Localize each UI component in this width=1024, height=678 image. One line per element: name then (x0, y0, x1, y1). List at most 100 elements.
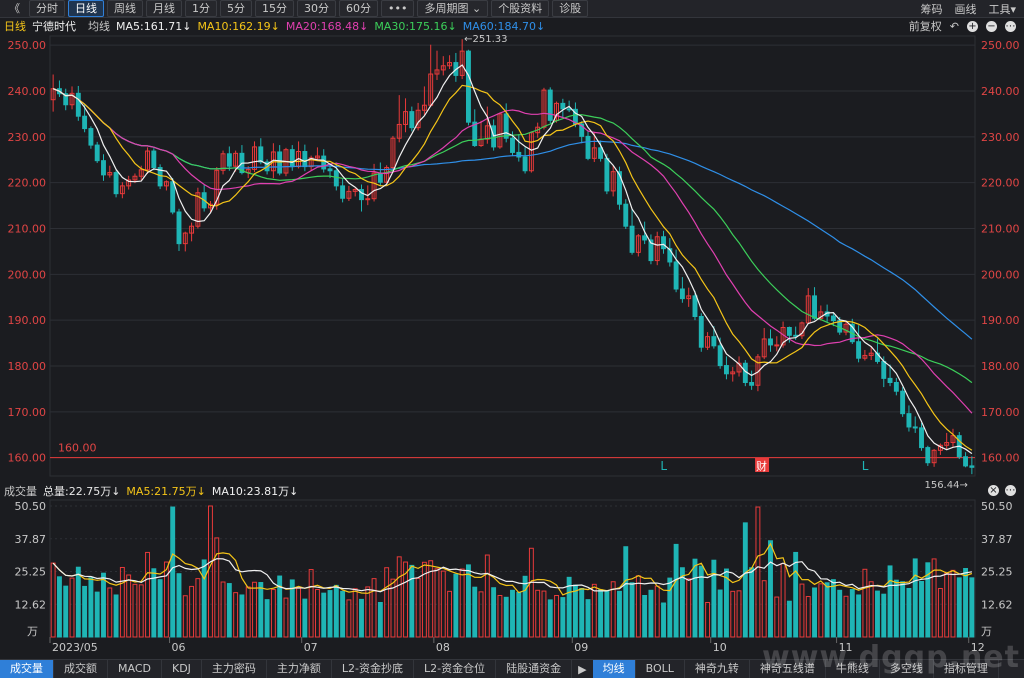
candle-body (843, 323, 849, 333)
indicator-tab-12[interactable]: 神奇九转 (685, 660, 750, 678)
candle-body (359, 189, 364, 201)
volume-bar (969, 577, 975, 638)
settings-icon[interactable]: ⋯ (1005, 485, 1016, 496)
candle-body (491, 125, 497, 148)
volume-ma5: MA5:21.75万↓ (126, 485, 206, 498)
zoom-out-icon[interactable]: − (986, 20, 997, 32)
volume-bar (667, 577, 673, 638)
volume-ma10: MA10:23.81万↓ (211, 485, 299, 498)
volume-bar (101, 572, 106, 638)
toolbar-button-3[interactable]: 月线 (146, 0, 182, 17)
candle-body (327, 168, 333, 172)
volume-bar (893, 579, 899, 638)
volume-bar (856, 594, 862, 638)
candle-body (189, 225, 195, 234)
candle-body (629, 225, 635, 253)
toolbar-button-9[interactable]: ••• (381, 0, 415, 17)
candle-body (887, 377, 893, 383)
zoom-in-icon[interactable]: + (967, 20, 978, 32)
volume-bar (956, 577, 962, 638)
toolbar-button-0[interactable]: 分时 (29, 0, 65, 17)
price-tick-right: 230.00 (981, 131, 1020, 144)
volume-bar (799, 583, 805, 638)
candle-body (849, 323, 855, 343)
volume-bar (629, 582, 635, 638)
indicator-tab-6[interactable]: L2-资金抄底 (332, 660, 415, 678)
candle-body (478, 138, 484, 147)
indicator-tab-1[interactable]: 成交额 (54, 660, 108, 678)
volume-bar (421, 561, 427, 638)
toolbar-button-4[interactable]: 1分 (185, 0, 217, 17)
volume-bar (264, 599, 270, 638)
indicator-tab-7[interactable]: L2-资金仓位 (414, 660, 497, 678)
candle-body (101, 160, 106, 176)
candle-body (503, 113, 509, 139)
toolbar-button-2[interactable]: 周线 (107, 0, 143, 17)
indicator-tab-2[interactable]: MACD (108, 660, 162, 678)
price-tick-right: 220.00 (981, 177, 1020, 190)
volume-bar (686, 578, 692, 638)
candle-body (931, 449, 937, 464)
candle-body (453, 62, 459, 76)
toolbar-button-11[interactable]: 个股资料 (491, 0, 550, 17)
volume-bar (723, 568, 729, 638)
indicator-tab-0[interactable]: 成交量 (0, 660, 54, 678)
indicator-tab-5[interactable]: 主力净额 (267, 660, 332, 678)
toolbar-button-7[interactable]: 30分 (297, 0, 336, 17)
adjust-toggle[interactable]: 前复权 (909, 18, 942, 34)
candle-body (113, 172, 119, 195)
indicator-tab-4[interactable]: 主力密码 (202, 660, 267, 678)
candle-body (201, 192, 207, 209)
period-label: 日线 (4, 20, 26, 33)
price-tick-left: 210.00 (8, 223, 47, 236)
toolbar-button-12[interactable]: 诊股 (552, 0, 589, 17)
candle-body (396, 123, 402, 139)
candle-body (132, 175, 138, 181)
volume-bar (327, 590, 333, 638)
tools-button[interactable]: 工具▾ (988, 1, 1016, 17)
indicator-tab-8[interactable]: 陆股通资金 (496, 660, 573, 678)
candle-body (856, 341, 862, 359)
chip-button[interactable]: 筹码 (920, 1, 942, 17)
toolbar-button-10[interactable]: 多周期图 ⌄ (417, 0, 489, 17)
toolbar-button-8[interactable]: 60分 (339, 0, 378, 17)
undo-icon[interactable]: ↶ (950, 20, 959, 33)
volume-bar (900, 581, 906, 638)
close-icon[interactable]: × (988, 485, 999, 496)
volume-bar (566, 576, 572, 638)
draw-button[interactable]: 画线 (954, 1, 976, 17)
indicator-tab-10[interactable]: 均线 (592, 660, 636, 678)
indicator-tab-3[interactable]: KDJ (162, 660, 202, 678)
ma-label[interactable]: 均线 (88, 18, 110, 34)
candle-body (881, 360, 887, 379)
candle-body (409, 111, 415, 129)
stock-name: 宁德时代 (32, 20, 76, 33)
settings-icon[interactable]: ⋯ (1005, 20, 1016, 32)
ma10-value: MA10:162.19↓ (197, 19, 280, 33)
candle-body (667, 248, 673, 263)
volume-bar (805, 596, 811, 638)
volume-bar (604, 590, 610, 638)
volume-bar (623, 546, 629, 638)
toolbar-button-6[interactable]: 15分 (255, 0, 294, 17)
candle-body (176, 211, 182, 245)
candle-body (711, 336, 717, 347)
volume-bar (950, 569, 956, 638)
volume-bar (906, 587, 912, 638)
indicator-tab-9[interactable]: ▶ (572, 663, 592, 676)
candle-body (944, 442, 950, 446)
ma60-line (52, 88, 973, 340)
x-tick-label: 10 (713, 641, 727, 654)
candle-body (906, 413, 912, 428)
candle-body (516, 151, 522, 158)
back-button[interactable]: 《 (3, 1, 26, 16)
indicator-tab-11[interactable]: BOLL (636, 660, 685, 678)
toolbar-button-5[interactable]: 5分 (220, 0, 252, 17)
volume-bar (610, 581, 616, 638)
volume-bar (679, 567, 685, 638)
candle-body (560, 102, 566, 110)
volume-bar (340, 590, 346, 638)
toolbar-button-1[interactable]: 日线 (68, 0, 104, 17)
volume-tick-left: 50.50 (15, 500, 47, 513)
volume-bar (63, 585, 69, 638)
